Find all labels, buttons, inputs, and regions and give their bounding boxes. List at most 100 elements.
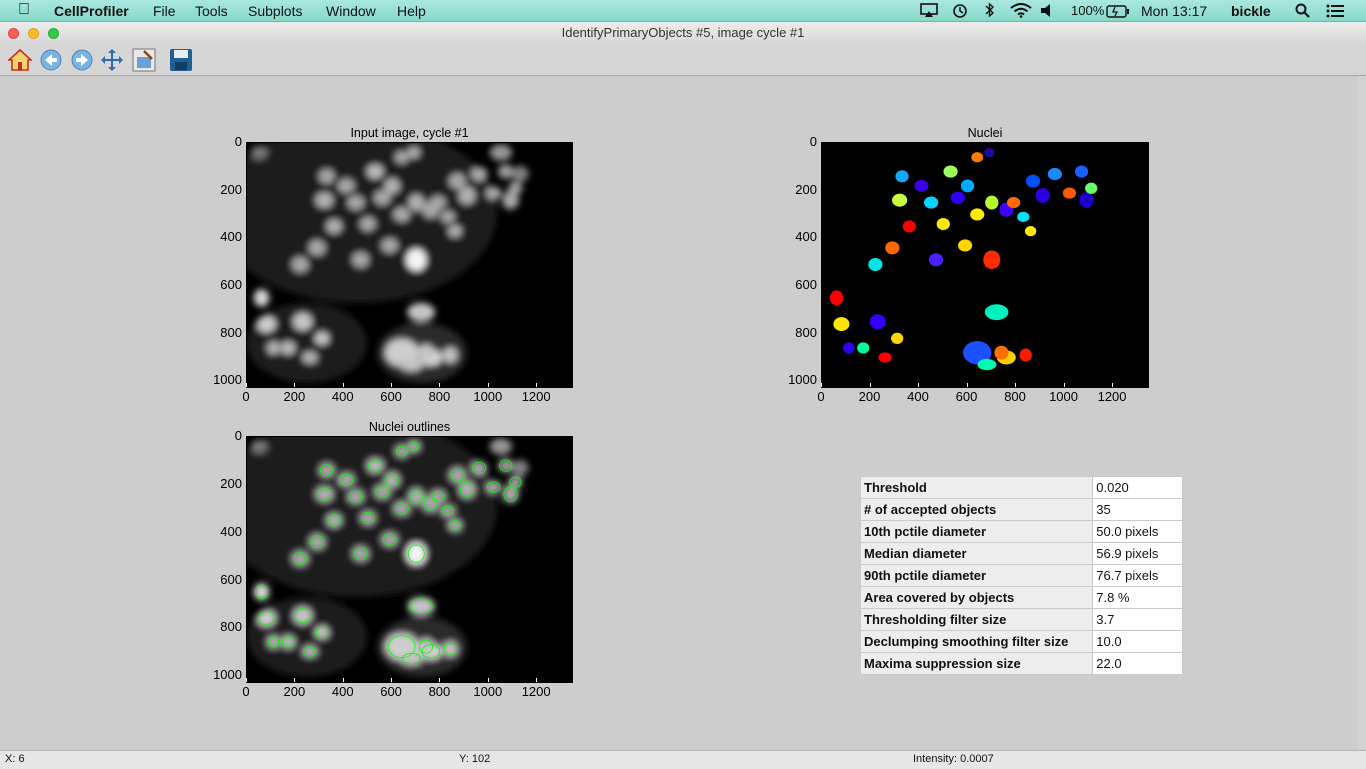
nucleus-blob bbox=[485, 480, 502, 494]
nucleus-label bbox=[983, 250, 1001, 270]
nucleus-blob bbox=[384, 178, 400, 194]
nucleus-label bbox=[895, 170, 909, 183]
menu-help[interactable]: Help bbox=[397, 2, 426, 20]
nucleus-blob bbox=[347, 489, 365, 504]
nucleus-blob bbox=[352, 546, 369, 562]
menu-window[interactable]: Window bbox=[326, 2, 376, 20]
nucleus-blob bbox=[489, 144, 513, 161]
x-tick-label: 1200 bbox=[521, 684, 551, 699]
nucleus-label bbox=[1047, 167, 1062, 181]
nucleus-blob bbox=[253, 583, 270, 601]
nuclei-axes[interactable] bbox=[821, 142, 1149, 388]
nucleus-label bbox=[928, 253, 944, 267]
battery-icon[interactable] bbox=[1106, 4, 1130, 22]
x-tick-label: 800 bbox=[1004, 389, 1026, 404]
volume-icon[interactable] bbox=[1040, 3, 1054, 22]
nucleus-label bbox=[878, 352, 892, 363]
x-tick-mark bbox=[536, 678, 537, 682]
menu-subplots[interactable]: Subplots bbox=[248, 2, 302, 20]
nucleus-blob bbox=[293, 606, 313, 625]
nucleus-blob bbox=[408, 194, 425, 211]
notification-center-icon[interactable] bbox=[1326, 4, 1344, 22]
menu-file[interactable]: File bbox=[153, 2, 176, 20]
input-image-axes[interactable] bbox=[246, 142, 573, 388]
y-tick-label: 1000 bbox=[213, 667, 242, 683]
nucleus-blob bbox=[497, 458, 514, 473]
nucleus-label bbox=[985, 195, 999, 210]
save-button[interactable] bbox=[168, 47, 194, 73]
y-tick-label: 0 bbox=[809, 134, 817, 149]
row-value: 35 bbox=[1092, 498, 1183, 521]
forward-button[interactable] bbox=[69, 47, 95, 73]
nucleus-label bbox=[868, 258, 883, 272]
y-tick-label: 800 bbox=[795, 324, 817, 340]
apple-icon[interactable]:  bbox=[18, 1, 30, 19]
nucleus-label bbox=[943, 165, 958, 178]
back-button[interactable] bbox=[38, 47, 64, 73]
x-tick-label: 200 bbox=[858, 389, 881, 404]
bluetooth-icon[interactable] bbox=[985, 2, 995, 22]
nucleus-blob bbox=[497, 164, 514, 179]
nucleus-blob bbox=[337, 472, 355, 488]
nucleus-blob bbox=[394, 445, 409, 458]
row-label: Median diameter bbox=[859, 542, 1094, 565]
wifi-icon[interactable] bbox=[1010, 3, 1032, 22]
nucleus-blob bbox=[430, 489, 446, 504]
back-icon bbox=[40, 49, 62, 71]
x-tick-mark bbox=[870, 383, 871, 387]
nucleus-blob bbox=[393, 501, 411, 516]
nucleus-blob bbox=[430, 195, 446, 210]
nucleus-blob bbox=[291, 256, 309, 273]
pixel-intensity: Intensity: 0.0007 bbox=[913, 753, 994, 765]
x-tick-label: 400 bbox=[331, 389, 354, 404]
nucleus-blob bbox=[442, 347, 458, 363]
input-image-title: Input image, cycle #1 bbox=[350, 126, 469, 140]
nucleus-blob bbox=[394, 151, 409, 164]
vertical-scrollbar[interactable] bbox=[1358, 76, 1366, 750]
nucleus-label bbox=[1024, 226, 1037, 237]
row-value: 76.7 pixels bbox=[1092, 564, 1183, 587]
nucleus-blob bbox=[489, 438, 513, 455]
nucleus-label bbox=[924, 196, 939, 209]
nuclei-title: Nuclei bbox=[967, 126, 1003, 140]
menu-tools[interactable]: Tools bbox=[195, 2, 228, 20]
nucleus-blob bbox=[326, 219, 342, 234]
battery-percent[interactable]: 100% bbox=[1071, 2, 1104, 20]
table-row: Thresholding filter size 3.7 bbox=[859, 608, 1183, 631]
x-tick-label: 0 bbox=[242, 389, 250, 404]
pan-button[interactable] bbox=[99, 47, 125, 73]
nucleus-blob bbox=[319, 169, 335, 184]
spotlight-search-icon[interactable] bbox=[1295, 3, 1310, 22]
nucleus-blob bbox=[256, 609, 276, 627]
x-tick-label: 600 bbox=[380, 389, 402, 404]
airplay-icon[interactable] bbox=[920, 3, 938, 22]
x-tick-mark bbox=[294, 383, 295, 387]
app-menu[interactable]: CellProfiler bbox=[54, 2, 129, 20]
status-bar: X: 6 Y: 102 Intensity: 0.0007 bbox=[0, 750, 1366, 769]
nucleus-blob bbox=[511, 165, 529, 183]
time-machine-icon[interactable] bbox=[952, 3, 968, 23]
y-tick-label: 600 bbox=[220, 276, 242, 292]
x-tick-label: 1000 bbox=[473, 389, 503, 404]
measurements-table: Threshold 0.020 # of accepted objects 35 1… bbox=[859, 476, 1183, 675]
nucleus-blob bbox=[360, 216, 376, 232]
table-row: Maxima suppression size 22.0 bbox=[859, 652, 1183, 675]
user-menu[interactable]: bickle bbox=[1231, 2, 1271, 20]
x-tick-mark bbox=[246, 383, 247, 387]
nucleus-label bbox=[1035, 187, 1050, 203]
nucleus-blob bbox=[417, 638, 435, 655]
nucleus-blob bbox=[407, 302, 436, 322]
nucleus-blob bbox=[315, 192, 334, 208]
y-tick-label: 0 bbox=[234, 134, 242, 149]
home-button[interactable] bbox=[7, 47, 33, 73]
nucleus-label bbox=[1085, 182, 1098, 194]
row-label: Declumping smoothing filter size bbox=[859, 630, 1094, 653]
window-title: IdentifyPrimaryObjects #5, image cycle #… bbox=[561, 25, 805, 40]
x-tick-mark bbox=[1112, 383, 1113, 387]
clock[interactable]: Mon 13:17 bbox=[1141, 2, 1207, 20]
row-value: 0.020 bbox=[1092, 476, 1183, 499]
outlines-axes[interactable] bbox=[246, 436, 573, 683]
configure-subplots-button[interactable] bbox=[131, 47, 157, 73]
x-tick-mark bbox=[246, 678, 247, 682]
y-tick-label: 200 bbox=[795, 181, 817, 197]
